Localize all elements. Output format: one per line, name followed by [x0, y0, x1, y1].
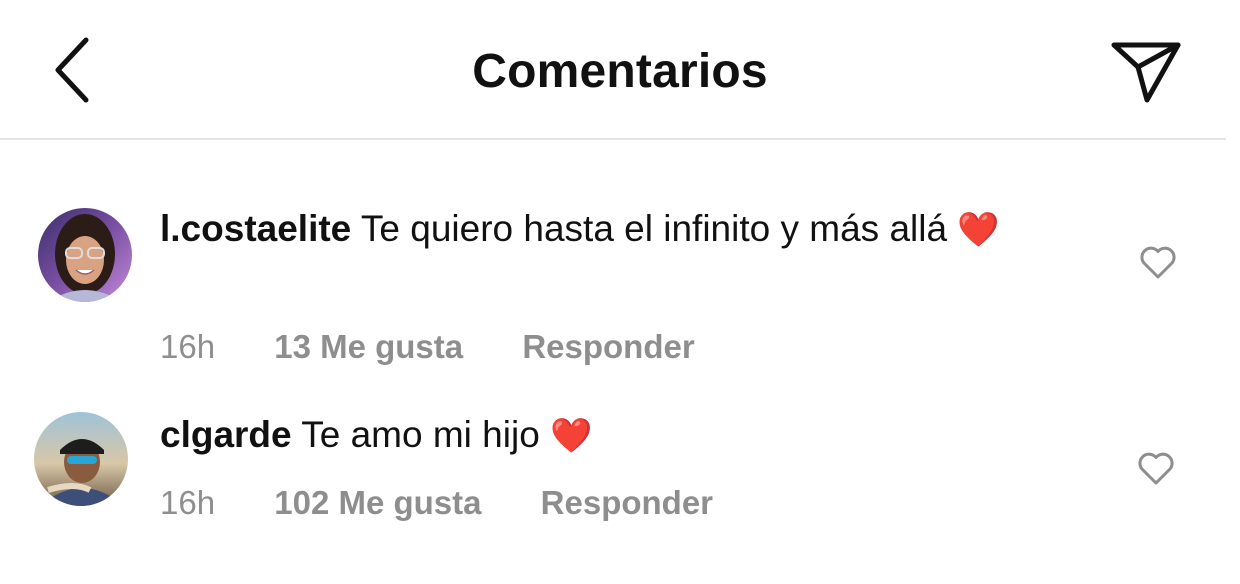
avatar[interactable] [38, 208, 132, 302]
heart-outline-icon [1140, 246, 1176, 279]
comment-username[interactable]: l.costaelite [160, 208, 351, 249]
comment-text: l.costaelite Te quiero hasta el infinito… [160, 206, 1040, 253]
comment-meta: 16h 13 Me gusta Responder [160, 328, 745, 366]
comment-body: Te amo mi hijo [301, 414, 540, 455]
comment-time: 16h [160, 484, 216, 521]
comment-meta: 16h 102 Me gusta Responder [160, 484, 763, 522]
paper-plane-icon [1111, 42, 1181, 103]
reply-button[interactable]: Responder [522, 328, 694, 365]
share-button[interactable] [1108, 36, 1184, 106]
comment-text: clgarde Te amo mi hijo ❤️ [160, 412, 1040, 459]
avatar-image [34, 412, 128, 506]
comment-likes[interactable]: 13 Me gusta [274, 328, 463, 365]
comment-time: 16h [160, 328, 216, 365]
comment-likes[interactable]: 102 Me gusta [274, 484, 481, 521]
avatar-image [38, 208, 132, 302]
heart-emoji: ❤️ [957, 211, 1000, 249]
header-bar: Comentarios [0, 0, 1226, 140]
like-comment-button[interactable] [1138, 242, 1178, 282]
avatar[interactable] [34, 412, 128, 506]
comment-username[interactable]: clgarde [160, 414, 292, 455]
comment-body: Te quiero hasta el infinito y más allá [360, 208, 948, 249]
heart-outline-icon [1138, 452, 1174, 485]
reply-button[interactable]: Responder [541, 484, 713, 521]
like-comment-button[interactable] [1136, 448, 1176, 488]
comments-screen: Comentarios l.costaelite Te quiero hasta… [0, 0, 1240, 584]
heart-emoji: ❤️ [550, 417, 593, 455]
page-title: Comentarios [472, 45, 768, 98]
